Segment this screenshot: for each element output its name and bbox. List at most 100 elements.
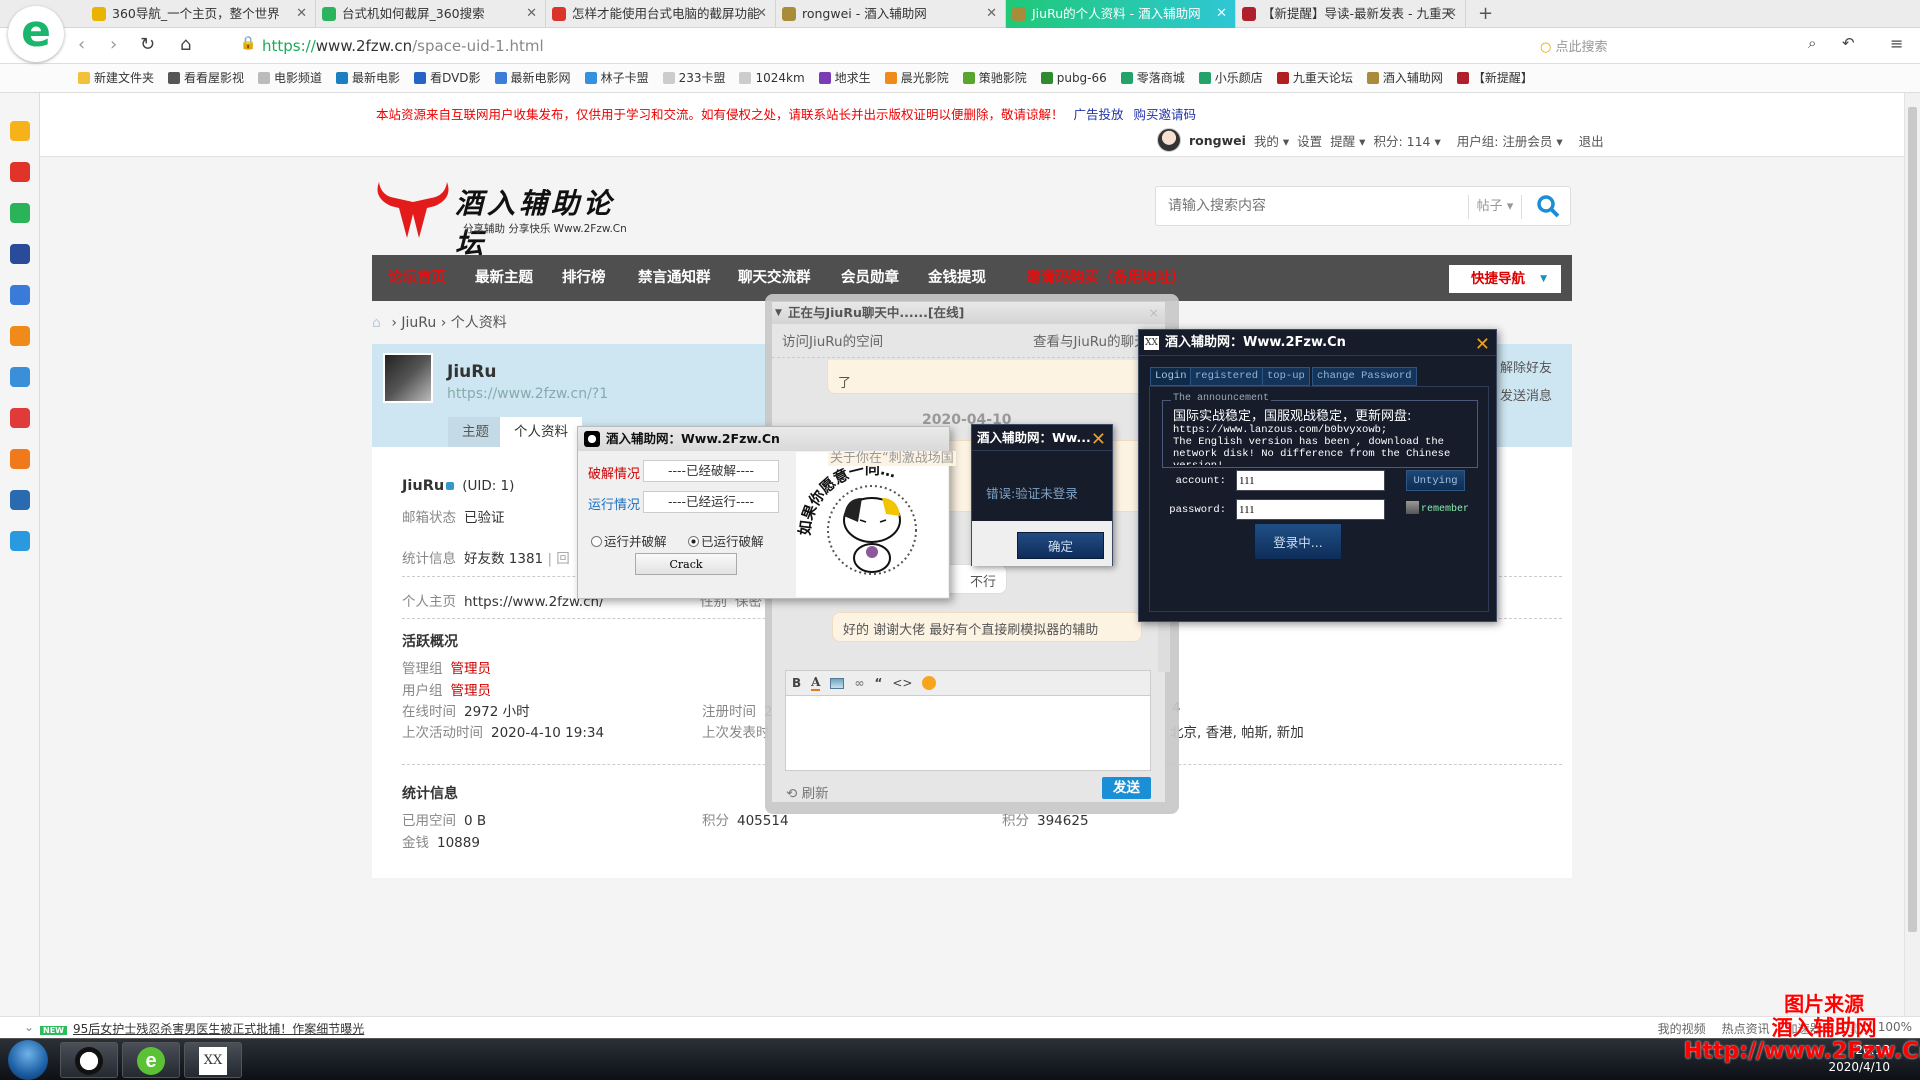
close-tab-icon[interactable]: ✕ [296, 0, 307, 28]
reload-icon[interactable]: ↻ [140, 34, 155, 55]
login-button[interactable]: 登录中... [1254, 523, 1342, 560]
url-input[interactable]: https://www.2fzw.cn/space-uid-1.html [262, 37, 544, 55]
new-tab-button[interactable]: + [1478, 3, 1493, 24]
untie-button[interactable]: Untying [1406, 470, 1465, 491]
admin-group-link[interactable]: 管理员 [451, 661, 492, 677]
buy-invite-link[interactable]: 购买邀请码 [1134, 107, 1197, 122]
crack-button[interactable]: Crack [635, 553, 737, 575]
bookmark-item[interactable]: 新建文件夹 [78, 64, 154, 92]
browser-tab[interactable]: 360导航_一个主页，整个世界 ✕ [86, 0, 316, 28]
bookmark-item[interactable]: 酒入辅助网 [1366, 64, 1443, 92]
menu-icon[interactable]: ≡ [1890, 34, 1903, 53]
link-icon[interactable]: ∞ [854, 676, 864, 690]
home-icon[interactable]: ⌂ [180, 34, 191, 55]
radio-already-running[interactable]: 已运行破解 [688, 531, 764, 550]
sidebar-app-icon[interactable] [10, 367, 30, 387]
bookmark-item[interactable]: 【新提醒】 [1456, 64, 1533, 92]
collapse-icon[interactable]: ▼ [775, 302, 782, 324]
close-tab-icon[interactable]: ✕ [1216, 0, 1227, 28]
search-icon[interactable]: ⌕ [1808, 34, 1816, 52]
close-tab-icon[interactable]: ✕ [526, 0, 537, 28]
sidebar-app-icon[interactable] [10, 285, 30, 305]
tab-login[interactable]: Login [1150, 367, 1192, 386]
image-icon[interactable] [830, 677, 845, 689]
ok-button[interactable]: 确定 [1017, 532, 1104, 559]
breadcrumb-user[interactable]: JiuRu [401, 315, 436, 331]
profile-avatar[interactable] [383, 353, 433, 403]
start-button[interactable] [8, 1040, 48, 1080]
tab-threads[interactable]: 主题 [448, 417, 503, 447]
user-group-link[interactable]: 管理员 [451, 683, 492, 699]
remember-checkbox[interactable]: remember [1406, 501, 1469, 515]
browser-tab[interactable]: 【新提醒】导读-最新发表 - 九重天 ✕ [1236, 0, 1466, 28]
font-color-icon[interactable]: A [811, 675, 821, 691]
bookmark-item[interactable]: 最新电影 [336, 64, 400, 92]
sidebar-app-icon[interactable] [10, 408, 30, 428]
send-button[interactable]: 发送 [1102, 777, 1151, 799]
quote-icon[interactable]: “ [874, 676, 882, 690]
search-icon[interactable] [1536, 194, 1560, 218]
news-ticker-link[interactable]: NEW 95后女护士残忍杀害男医生被正式批捕！作案细节曝光 [40, 1020, 364, 1037]
my-video-button[interactable]: 我的视频 [1658, 1020, 1706, 1037]
browser-logo[interactable]: e [8, 6, 64, 62]
sidebar-app-icon[interactable] [10, 326, 30, 346]
friends-count-link[interactable]: 好友数 1381 [464, 551, 543, 567]
close-tab-icon[interactable]: ✕ [756, 0, 767, 28]
page-scrollbar[interactable] [1904, 93, 1920, 1016]
error-dialog-titlebar[interactable]: 酒入辅助网：Ww... ✕ [972, 425, 1112, 451]
nav-item[interactable]: 禁言通知群 [638, 255, 711, 301]
chat-scrollbar[interactable] [1158, 616, 1170, 672]
back-icon[interactable]: ‹ [78, 34, 85, 55]
site-search-input[interactable] [1156, 187, 1466, 225]
bookmark-item[interactable]: 小乐颜店 [1198, 64, 1263, 92]
bookmark-item[interactable]: 策驰影院 [962, 64, 1027, 92]
bookmark-item[interactable]: 看DVD影 [414, 64, 481, 92]
radio-run-and-crack[interactable]: 运行并破解 [591, 531, 667, 550]
site-logo[interactable]: 酒入辅助论坛 分享辅助 分享快乐 Www.2Fzw.Cn [373, 178, 643, 260]
undo-icon[interactable]: ↶ [1842, 34, 1855, 52]
sidebar-app-icon[interactable] [10, 531, 30, 551]
browser-tab[interactable]: rongwei - 酒入辅助网 ✕ [776, 0, 1006, 28]
forward-icon[interactable]: › [110, 34, 117, 55]
close-icon[interactable]: × [1149, 302, 1159, 324]
username-link[interactable]: rongwei [1189, 133, 1246, 148]
password-input[interactable] [1236, 499, 1385, 520]
alerts-menu[interactable]: 提醒 ▾ [1330, 131, 1365, 150]
points-menu[interactable]: 积分: 114 ▾ [1373, 131, 1440, 150]
quick-nav-button[interactable]: 快捷导航 ▼ [1449, 265, 1561, 293]
close-tab-icon[interactable]: ✕ [986, 0, 997, 28]
visit-space-link[interactable]: 访问JiuRu的空间 [782, 334, 883, 350]
sidebar-app-icon[interactable] [10, 449, 30, 469]
taskbar-360-browser[interactable]: e [122, 1042, 180, 1078]
tab-profile[interactable]: 个人资料 [500, 417, 582, 447]
bold-icon[interactable]: B [792, 676, 801, 690]
settings-link[interactable]: 设置 [1297, 131, 1322, 150]
chat-message-input[interactable] [785, 695, 1151, 771]
sidebar-app-icon[interactable] [10, 490, 30, 510]
search-box[interactable]: ○ 点此搜索 [1540, 36, 1720, 55]
home-icon[interactable]: ⌂ [372, 315, 381, 331]
usergroup-menu[interactable]: 用户组: 注册会员 ▾ [1457, 131, 1563, 150]
bookmark-item[interactable]: 零落商城 [1120, 64, 1185, 92]
tab-top-up[interactable]: top-up [1262, 367, 1310, 386]
unfriend-link[interactable]: 解除好友 [1500, 355, 1552, 383]
bookmark-item[interactable]: 看看屋影视 [168, 64, 244, 92]
nav-item[interactable]: 排行榜 [562, 255, 606, 301]
chat-header[interactable]: ▼ 正在与JiuRu聊天中......[在线] × [772, 302, 1165, 324]
chevron-down-icon[interactable]: ⌄ [24, 1020, 34, 1034]
nav-item[interactable]: 论坛首页 [388, 255, 446, 301]
bookmark-item[interactable]: 地求生 [818, 64, 871, 92]
bookmark-item[interactable]: 晨光影院 [884, 64, 949, 92]
profile-url[interactable]: https://www.2fzw.cn/?1 [447, 386, 608, 402]
send-message-link[interactable]: 发送消息 [1500, 383, 1552, 411]
account-input[interactable] [1236, 470, 1385, 491]
close-icon[interactable]: ✕ [1091, 427, 1106, 453]
tab-change-password[interactable]: change Password [1312, 367, 1417, 386]
crack-dialog-titlebar[interactable]: 酒入辅助网：Www.2Fzw.Cn [578, 427, 949, 451]
bookmark-item[interactable]: 1024km [739, 64, 805, 92]
search-type-select[interactable]: 帖子 ▾ [1468, 195, 1522, 219]
sidebar-app-icon[interactable] [10, 162, 30, 182]
bookmark-item[interactable]: 电影频道 [258, 64, 322, 92]
code-icon[interactable]: <> [892, 676, 912, 690]
tab-registered[interactable]: registered [1190, 367, 1264, 386]
